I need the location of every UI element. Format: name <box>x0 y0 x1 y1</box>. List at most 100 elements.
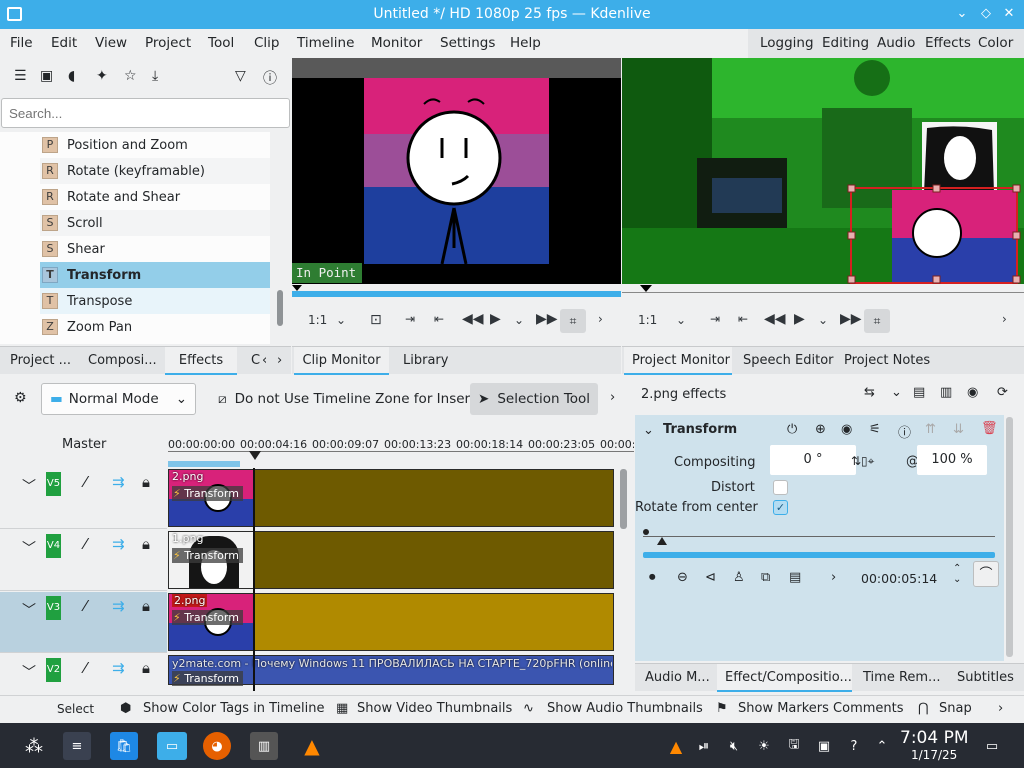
custom-effects-icon[interactable]: ✦ <box>96 68 108 84</box>
edit-mode-dropdown[interactable]: ▬ Normal Mode ⌄ <box>41 383 196 415</box>
vlc-tray-icon[interactable]: ▲ <box>662 732 690 760</box>
project-zoom-value[interactable]: 1:1 <box>638 313 657 327</box>
selection-tool-button[interactable]: ➤ Selection Tool <box>470 383 599 415</box>
system-settings-icon[interactable]: ≡ <box>63 732 91 760</box>
effects-wand-icon[interactable]: ⁄ <box>84 659 87 677</box>
forward-icon[interactable]: ▶▶ <box>536 311 558 327</box>
track-settings-icon[interactable]: ⚙ <box>14 390 27 406</box>
keyframe-timecode[interactable]: 00:00:05:14 <box>861 571 937 586</box>
collapse-icon[interactable]: ﹀ <box>22 476 36 496</box>
align-icon[interactable]: ⇅▯⌖ <box>851 454 874 469</box>
tabs-left-arrow-icon[interactable]: ‹ <box>262 347 276 375</box>
clock-time[interactable]: 7:04 PM <box>900 728 969 748</box>
timeline-scrollbar[interactable] <box>620 469 627 529</box>
timecode-spinner-icon[interactable]: ⌃ ⌄ <box>953 563 961 585</box>
menu-view[interactable]: View <box>95 35 127 51</box>
collapse-icon[interactable]: ﹀ <box>22 662 36 682</box>
volume-muted-icon[interactable]: 🔇︎ <box>720 732 748 760</box>
favorites-icon[interactable]: ☆ <box>124 68 137 84</box>
playhead-marker[interactable] <box>249 451 261 460</box>
save-stack-icon[interactable]: ▤ <box>913 385 925 400</box>
track-name[interactable]: V4 <box>46 534 61 558</box>
video-effects-icon[interactable]: ▣ <box>40 68 53 84</box>
timeline-ruler[interactable]: 00:00:00:00 00:00:04:16 00:00:09:07 00:0… <box>168 423 634 468</box>
keyframe-zone-bar[interactable] <box>643 552 995 558</box>
previous-keyframe-icon[interactable]: ⊲ <box>705 570 716 585</box>
project-monitor-ruler[interactable] <box>622 284 1024 300</box>
keyframe-ruler[interactable] <box>643 527 995 549</box>
track-name[interactable]: V5 <box>46 472 61 496</box>
menu-settings[interactable]: Settings <box>440 35 495 51</box>
split-compare-icon[interactable]: ▥ <box>940 385 952 400</box>
list-item[interactable]: S Shear <box>40 236 270 262</box>
effects-wand-icon[interactable]: ⁄ <box>84 597 87 615</box>
timeline-zone-button[interactable]: ⧄ Do not Use Timeline Zone for Insert <box>210 383 483 415</box>
maximize-icon[interactable]: ◇ <box>977 5 995 23</box>
menu-file[interactable]: File <box>10 35 33 51</box>
keyframe-type-icon[interactable]: ♙ <box>733 570 745 585</box>
show-color-tags-toggle[interactable]: Show Color Tags in Timeline <box>143 701 324 716</box>
effect-stack-scrollbar[interactable] <box>1006 417 1013 657</box>
copy-keyframe-icon[interactable]: ⧉ <box>761 570 770 585</box>
move-up-icon[interactable]: ⇈ <box>925 422 936 437</box>
brightness-icon[interactable]: ☀ <box>750 732 778 760</box>
set-in-point-icon[interactable]: ⇥ <box>405 312 415 326</box>
timeline-clip[interactable]: y2mate.com - Почему Windows 11 ПРОВАЛИЛА… <box>168 655 614 686</box>
list-item[interactable]: T Transpose <box>40 288 270 314</box>
next-keyframe-icon[interactable]: › <box>831 570 836 585</box>
rewind-icon[interactable]: ◀◀ <box>462 311 484 327</box>
play-options-icon[interactable]: ⌄ <box>514 313 524 327</box>
tab-project[interactable]: Project ... <box>2 347 74 375</box>
list-item[interactable]: R Rotate (keyframable) <box>40 158 270 184</box>
rewind-icon[interactable]: ◀◀ <box>764 311 786 327</box>
info-icon[interactable]: ⓘ <box>263 68 277 88</box>
set-out-point-icon[interactable]: ⇤ <box>434 312 444 326</box>
lock-icon[interactable]: 🔒︎ <box>142 597 150 615</box>
list-item-selected[interactable]: T Transform <box>40 262 270 288</box>
add-keyframe-icon[interactable]: ⏺ <box>649 570 656 585</box>
zoom-dropdown-icon[interactable]: ⌄ <box>676 313 686 327</box>
menu-monitor[interactable]: Monitor <box>371 35 422 51</box>
workspace-effects[interactable]: Effects <box>925 35 971 51</box>
effect-enable-icon[interactable]: ⏻ <box>787 422 797 437</box>
show-audio-thumbnails-toggle[interactable]: Show Audio Thumbnails <box>547 701 703 716</box>
move-down-icon[interactable]: ⇊ <box>953 422 964 437</box>
composite-icon[interactable]: ⇉ <box>112 473 125 491</box>
tab-time-remap[interactable]: Time Rem... <box>855 664 940 692</box>
tray-expand-icon[interactable]: ⌃ <box>868 732 896 760</box>
clock-date[interactable]: 1/17/25 <box>911 748 957 762</box>
play-icon[interactable]: ▶ <box>794 311 805 327</box>
clip-zoom-value[interactable]: 1:1 <box>308 313 327 327</box>
clip-monitor-view[interactable]: In Point <box>292 58 621 284</box>
paste-keyframe-icon[interactable]: ▤ <box>789 570 801 585</box>
menu-project[interactable]: Project <box>145 35 191 51</box>
discover-store-icon[interactable]: 🛍︎ <box>110 732 138 760</box>
tabs-right-arrow-icon[interactable]: › <box>277 347 291 375</box>
rotate-center-checkbox[interactable]: ✓ <box>773 500 788 515</box>
set-out-point-icon[interactable]: ⇤ <box>738 312 748 326</box>
more-tools-icon[interactable]: › <box>610 390 615 405</box>
keyframe-settings-icon[interactable]: ⚟ <box>869 422 881 437</box>
playhead-line[interactable] <box>253 468 255 691</box>
tab-speech-editor[interactable]: Speech Editor <box>735 347 835 375</box>
firefox-icon[interactable]: ◕ <box>203 732 231 760</box>
show-video-thumbnails-toggle[interactable]: Show Video Thumbnails <box>357 701 512 716</box>
tab-compositions[interactable]: Composi... <box>80 347 160 375</box>
track-name[interactable]: V3 <box>46 596 61 620</box>
tab-project-notes[interactable]: Project Notes <box>836 347 931 375</box>
list-view-icon[interactable]: ☰ <box>14 68 27 84</box>
collapse-effect-icon[interactable]: ⌄ <box>643 423 654 438</box>
crop-icon[interactable]: ⌗ <box>864 309 890 333</box>
vlc-icon[interactable]: ▲ <box>298 732 326 760</box>
lock-icon[interactable]: 🔒︎ <box>142 535 150 553</box>
curve-icon[interactable]: ⌒ <box>973 561 999 587</box>
more-options-icon[interactable]: › <box>598 312 603 326</box>
more-status-icon[interactable]: › <box>998 701 1003 716</box>
composite-icon[interactable]: ⇉ <box>112 659 125 677</box>
audio-effects-icon[interactable]: ◖ <box>68 68 75 84</box>
storage-icon[interactable]: 🖫︎ <box>780 732 808 760</box>
more-options-icon[interactable]: › <box>1002 312 1007 326</box>
tab-clip-properties[interactable]: C <box>243 347 261 375</box>
tab-effects[interactable]: Effects <box>165 347 237 375</box>
workspace-audio[interactable]: Audio <box>877 35 915 51</box>
